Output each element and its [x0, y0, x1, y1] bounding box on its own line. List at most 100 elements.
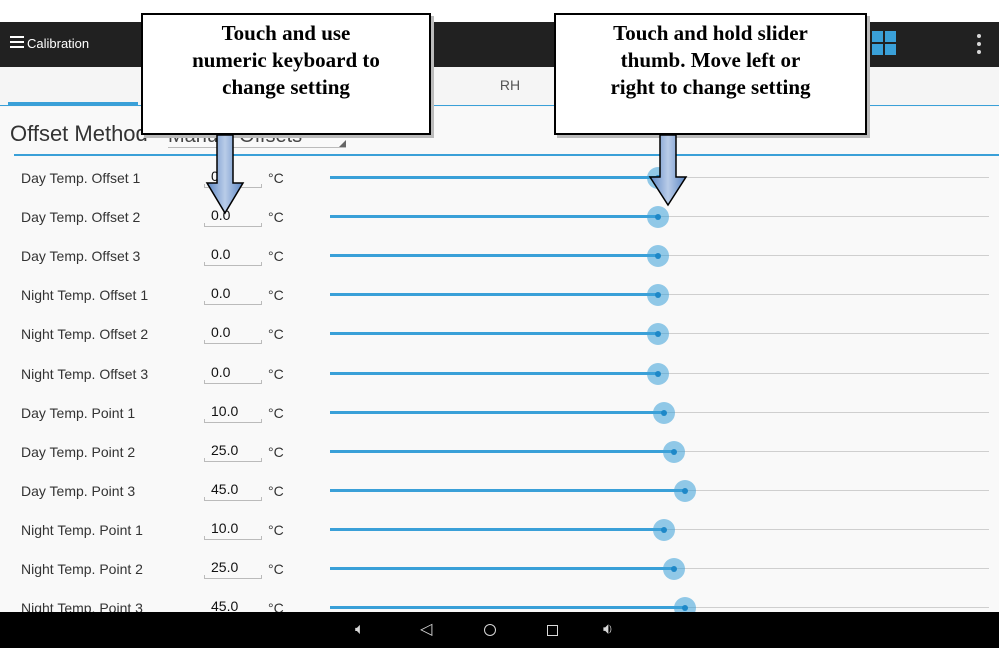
unit-label: °C	[268, 404, 284, 421]
volume-up-icon[interactable]: 🔉︎	[603, 620, 613, 640]
volume-down-icon[interactable]: 🔈︎	[355, 620, 365, 640]
recents-icon[interactable]	[547, 625, 558, 636]
setting-row: Day Temp. Offset 2 0.0 °C	[0, 197, 999, 237]
setting-label: Day Temp. Offset 1	[21, 170, 141, 186]
slider-fill	[330, 371, 658, 375]
setting-slider[interactable]	[330, 440, 989, 463]
slider-thumb[interactable]	[662, 558, 685, 580]
setting-slider[interactable]	[330, 479, 989, 502]
setting-value-input[interactable]: 45.0	[204, 481, 262, 501]
slider-thumb[interactable]	[646, 206, 669, 229]
offset-method-label: Offset Method	[10, 121, 148, 146]
slider-fill	[330, 567, 674, 570]
system-nav-bar: 🔈︎ ◁ 🔉︎	[0, 612, 999, 648]
dropdown-arrow-icon	[339, 140, 346, 147]
unit-label: °C	[268, 482, 284, 499]
slider-callout-line-2: thumb. Move left or	[620, 48, 801, 72]
setting-row: Night Temp. Offset 1 0.0 °C	[0, 275, 999, 315]
setting-row: Day Temp. Offset 3 0.0 °C	[0, 236, 999, 276]
setting-value-input[interactable]: 25.0	[204, 559, 262, 579]
unit-label: °C	[268, 521, 284, 538]
setting-slider[interactable]	[330, 206, 989, 229]
slider-thumb[interactable]	[646, 284, 669, 307]
setting-row: Night Temp. Offset 2 0.0 °C	[0, 314, 999, 354]
setting-value-input[interactable]: 10.0	[204, 403, 262, 423]
setting-label: Day Temp. Point 2	[21, 443, 136, 460]
hamburger-menu-icon[interactable]	[10, 36, 24, 50]
setting-slider[interactable]	[330, 323, 989, 346]
setting-slider[interactable]	[330, 245, 989, 268]
slider-fill	[330, 293, 658, 297]
keyboard-callout: Touch and use numeric keyboard to change…	[141, 13, 431, 135]
setting-slider[interactable]	[330, 284, 989, 307]
slider-callout-line-3: right to change setting	[610, 75, 811, 99]
slider-fill	[330, 606, 685, 610]
setting-slider[interactable]	[330, 518, 989, 541]
keyboard-callout-line-3: change setting	[222, 75, 350, 99]
slider-callout-line-1: Touch and hold slider	[613, 21, 808, 45]
tab-rh[interactable]: RH	[470, 77, 550, 93]
back-icon[interactable]: ◁	[420, 620, 432, 640]
unit-label: °C	[268, 365, 284, 382]
unit-label: °C	[268, 170, 284, 186]
unit-label: °C	[268, 209, 284, 226]
setting-row: Day Temp. Point 3 45.0 °C	[0, 471, 999, 511]
tiles-grid-icon[interactable]	[872, 31, 896, 55]
setting-row: Night Temp. Point 1 10.0 °C	[0, 510, 999, 550]
unit-label: °C	[268, 443, 284, 460]
slider-thumb[interactable]	[662, 440, 685, 463]
section-divider	[14, 154, 999, 156]
slider-fill	[330, 488, 685, 492]
setting-label: Day Temp. Point 3	[21, 482, 136, 499]
slider-thumb[interactable]	[653, 401, 676, 424]
setting-value-input[interactable]: 0.0	[204, 246, 262, 267]
setting-value-input[interactable]: 10.0	[204, 520, 262, 540]
slider-fill	[330, 527, 665, 531]
slider-thumb[interactable]	[646, 323, 669, 346]
keyboard-callout-arrow	[205, 134, 245, 215]
setting-label: Day Temp. Offset 3	[21, 248, 141, 265]
slider-fill	[330, 215, 658, 219]
slider-fill	[330, 332, 658, 336]
unit-label: °C	[268, 561, 284, 577]
setting-slider[interactable]	[330, 597, 989, 620]
setting-slider[interactable]	[330, 362, 989, 385]
setting-slider[interactable]	[330, 558, 989, 580]
slider-callout-arrow	[648, 134, 688, 207]
setting-label: Night Temp. Point 2	[21, 561, 143, 577]
setting-value-input[interactable]: 0.0	[204, 285, 262, 306]
setting-value-input[interactable]: 0.0	[204, 364, 262, 384]
setting-row: Night Temp. Offset 3 0.0 °C	[0, 354, 999, 394]
slider-fill	[330, 449, 674, 453]
slider-fill	[330, 410, 665, 414]
setting-label: Night Temp. Offset 3	[21, 365, 149, 382]
setting-value-input[interactable]: 0.0	[204, 324, 262, 345]
unit-label: °C	[268, 326, 284, 343]
app-title: Calibration	[27, 36, 90, 51]
slider-thumb[interactable]	[646, 245, 669, 268]
unit-label: °C	[268, 287, 284, 304]
slider-fill	[330, 254, 658, 258]
slider-callout: Touch and hold slider thumb. Move left o…	[554, 13, 867, 135]
unit-label: °C	[268, 248, 284, 265]
setting-slider[interactable]	[330, 401, 989, 424]
setting-row: Night Temp. Point 2 25.0 °C	[0, 549, 999, 589]
setting-label: Night Temp. Offset 1	[21, 287, 149, 304]
setting-label: Day Temp. Point 1	[21, 404, 136, 421]
setting-row: Day Temp. Point 2 25.0 °C	[0, 432, 999, 472]
setting-row: Day Temp. Point 1 10.0 °C	[0, 393, 999, 433]
settings-panel: Offset Method Manual Offsets Day Temp. O…	[0, 107, 999, 620]
slider-thumb[interactable]	[653, 518, 676, 541]
setting-row: Day Temp. Offset 10.0°C	[0, 158, 999, 198]
setting-label: Night Temp. Offset 2	[21, 326, 149, 343]
keyboard-callout-line-2: numeric keyboard to	[192, 48, 380, 72]
overflow-menu-icon[interactable]	[977, 34, 981, 54]
keyboard-callout-line-1: Touch and use	[221, 21, 351, 45]
slider-fill	[330, 176, 658, 179]
slider-thumb[interactable]	[673, 479, 696, 502]
setting-value-input[interactable]: 25.0	[204, 442, 262, 462]
slider-thumb[interactable]	[646, 362, 669, 385]
home-icon[interactable]	[484, 624, 496, 636]
setting-label: Day Temp. Offset 2	[21, 209, 141, 226]
setting-label: Night Temp. Point 1	[21, 521, 143, 538]
